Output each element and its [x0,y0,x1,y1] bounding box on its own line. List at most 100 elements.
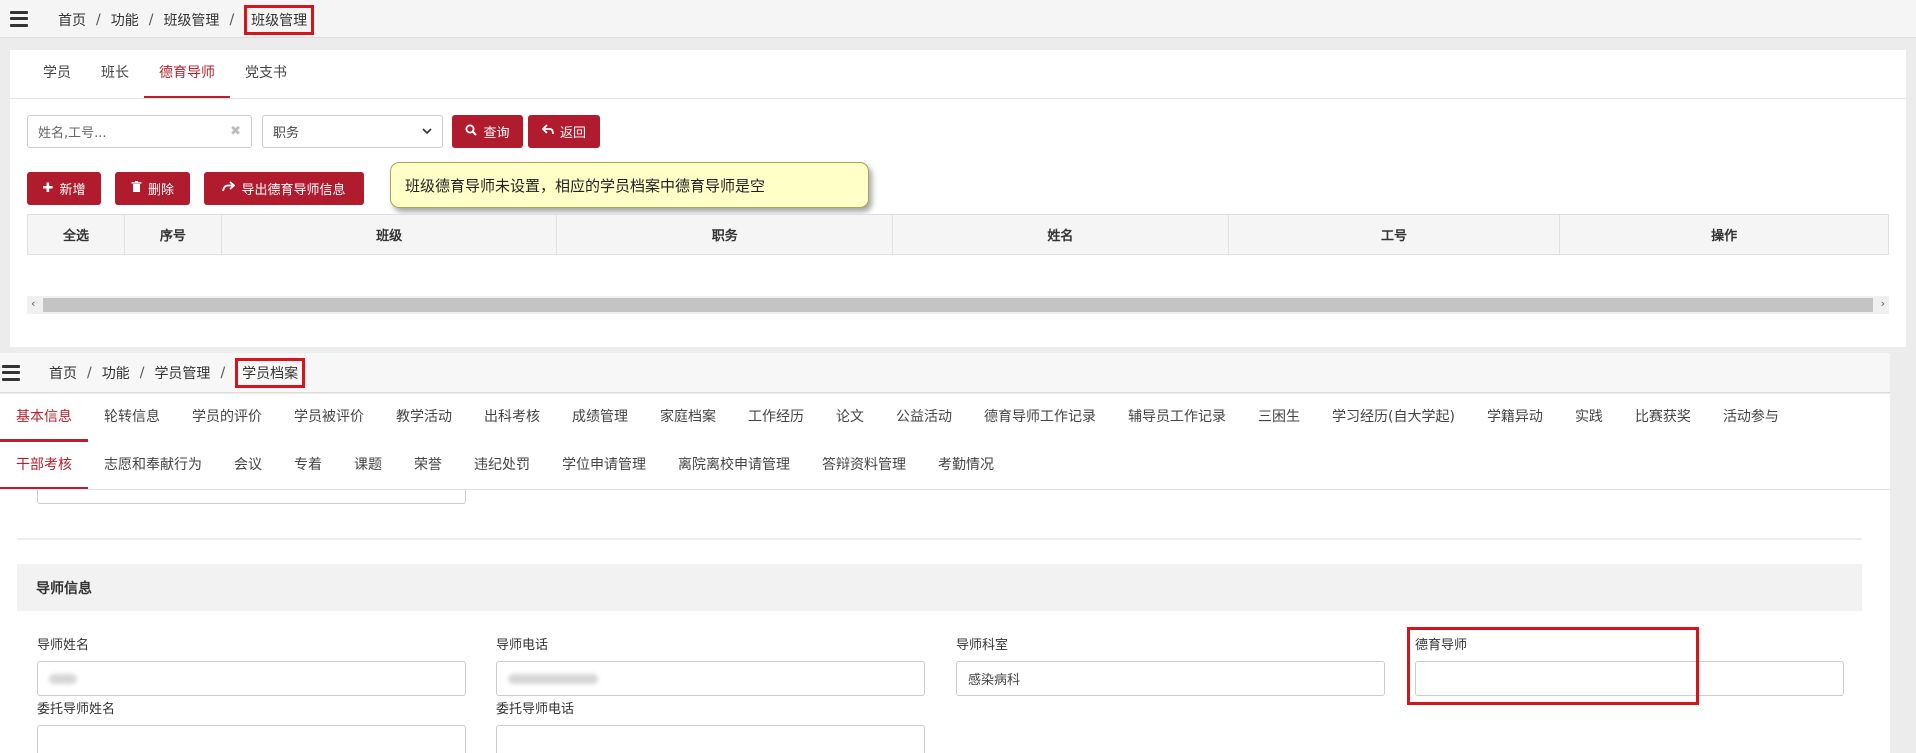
plus-icon: ✚ [42,181,54,196]
duty-select-value: 职务 [273,126,300,141]
breadcrumb: 首页 / 功能 / 学员管理 / 学员档案 [49,358,306,388]
th-actions: 操作 [1711,229,1738,244]
chevron-down-icon [422,124,432,139]
delete-button[interactable]: 删除 [115,172,190,205]
back-button[interactable]: 返回 [528,115,600,148]
tab-student-evaluated[interactable]: 学员被评价 [278,394,380,442]
th-name: 姓名 [893,215,1229,254]
back-button-label: 返回 [559,126,586,141]
breadcrumb-current: 学员档案 [235,358,306,388]
tutor-phone-label: 导师电话 [496,638,549,653]
tab-monitor[interactable]: 班长 [86,50,144,99]
tab-monographs[interactable]: 专着 [278,442,338,490]
breadcrumb-separator: / [87,365,92,381]
tab-moral-tutor-records[interactable]: 德育导师工作记录 [968,394,1112,442]
add-button[interactable]: ✚ 新增 [27,172,101,205]
tutor-phone-field[interactable] [496,661,925,696]
tab-cadre-assessment[interactable]: 干部考核 [0,442,88,490]
duty-select[interactable]: 职务 [262,115,443,148]
breadcrumb-home[interactable]: 首页 [58,10,86,30]
tab-charity[interactable]: 公益活动 [880,394,968,442]
breadcrumb-class-mgmt[interactable]: 班级管理 [163,10,219,30]
th-index: 序号 [125,215,222,254]
tab-student-evaluation[interactable]: 学员的评价 [176,394,278,442]
tab-status-change[interactable]: 学籍异动 [1471,394,1559,442]
breadcrumb-separator: / [229,12,235,28]
tab-grades[interactable]: 成绩管理 [556,394,644,442]
student-archive-panel: 基本信息 轮转信息 学员的评价 学员被评价 教学活动 出科考核 成绩管理 家庭档… [0,394,1890,753]
top-breadcrumb-bar: 首页 / 功能 / 班级管理 / 班级管理 [0,0,1916,38]
search-icon [465,124,478,140]
entrust-phone-label: 委托导师电话 [496,702,575,717]
breadcrumb-student-mgmt[interactable]: 学员管理 [154,363,210,383]
tab-family[interactable]: 家庭档案 [644,394,732,442]
tab-teaching-activities[interactable]: 教学活动 [380,394,468,442]
tab-meetings[interactable]: 会议 [218,442,278,490]
scroll-right-icon[interactable]: › [1881,297,1885,310]
tab-rotation-info[interactable]: 轮转信息 [88,394,176,442]
tooltip-note: 班级德育导师未设置，相应的学员档案中德育导师是空 [390,162,869,208]
bottom-breadcrumb-bar: 首页 / 功能 / 学员管理 / 学员档案 [0,353,1890,393]
th-select-all[interactable]: 全选 [28,215,125,254]
delete-button-label: 删除 [147,183,174,198]
entrust-name-field[interactable] [37,725,466,753]
tab-student[interactable]: 学员 [28,50,86,99]
tutor-dept-field[interactable]: 感染病科 [956,661,1385,696]
tab-education[interactable]: 学习经历(自大学起) [1316,394,1471,442]
archive-tabs-row-1: 基本信息 轮转信息 学员的评价 学员被评价 教学活动 出科考核 成绩管理 家庭档… [0,394,1795,442]
breadcrumb-function[interactable]: 功能 [102,363,130,383]
tab-honors[interactable]: 荣誉 [398,442,458,490]
tab-leave-application[interactable]: 离院离校申请管理 [662,442,806,490]
breadcrumb-separator: / [148,12,154,28]
tab-attendance[interactable]: 考勤情况 [922,442,1010,490]
tab-moral-tutor[interactable]: 德育导师 [144,50,230,99]
breadcrumb-separator: / [96,12,101,28]
add-button-label: 新增 [59,183,86,198]
tab-counselor-records[interactable]: 辅导员工作记录 [1112,394,1242,442]
clear-icon[interactable]: ✖ [230,124,241,139]
tutor-table-header: 全选 序号 班级 职务 姓名 工号 操作 [27,214,1889,255]
tab-volunteer[interactable]: 志愿和奉献行为 [88,442,218,490]
th-staff-id: 工号 [1229,215,1561,254]
tab-basic-info[interactable]: 基本信息 [0,394,88,442]
th-class: 班级 [222,215,558,254]
scroll-thumb[interactable] [43,298,1873,312]
tab-degree-application[interactable]: 学位申请管理 [546,442,662,490]
tab-three-difficulties[interactable]: 三困生 [1242,394,1316,442]
tab-papers[interactable]: 论文 [820,394,880,442]
redacted-value [508,673,598,684]
tab-awards[interactable]: 比赛获奖 [1619,394,1707,442]
menu-icon[interactable] [10,10,28,27]
tab-defense-materials[interactable]: 答辩资料管理 [806,442,922,490]
breadcrumb-function[interactable]: 功能 [111,10,139,30]
class-management-panel: 学员 班长 德育导师 党支书 姓名,工号... ✖ 职务 查询 返回 ✚ 新增 … [10,50,1906,347]
query-button-label: 查询 [483,126,510,141]
highlight-box [1407,627,1699,705]
section-divider [17,538,1862,540]
breadcrumb-current: 班级管理 [244,5,315,35]
tab-dept-exam[interactable]: 出科考核 [468,394,556,442]
breadcrumb-home[interactable]: 首页 [49,363,77,383]
breadcrumb-separator: / [139,365,145,381]
tab-activities[interactable]: 活动参与 [1707,394,1795,442]
trash-icon [131,180,142,197]
entrust-phone-field[interactable] [496,725,925,753]
role-tabs: 学员 班长 德育导师 党支书 [28,50,302,99]
menu-icon[interactable] [2,364,20,381]
tab-projects[interactable]: 课题 [338,442,398,490]
redacted-value [49,673,77,684]
tutor-name-field[interactable] [37,661,466,696]
horizontal-scrollbar[interactable]: ‹ › [27,296,1889,314]
search-input[interactable]: 姓名,工号... ✖ [27,115,252,148]
tab-practice[interactable]: 实践 [1559,394,1619,442]
archive-tabs-row-2: 干部考核 志愿和奉献行为 会议 专着 课题 荣誉 违纪处罚 学位申请管理 离院离… [0,442,1010,490]
export-button[interactable]: 导出德育导师信息 [204,172,364,205]
reply-icon [541,124,554,139]
previous-field-bottom[interactable] [37,490,466,504]
tab-party-secretary[interactable]: 党支书 [230,50,302,99]
query-button[interactable]: 查询 [452,115,523,148]
tab-work-history[interactable]: 工作经历 [732,394,820,442]
scroll-left-icon[interactable]: ‹ [31,297,35,310]
tab-discipline[interactable]: 违纪处罚 [458,442,546,490]
tutor-name-label: 导师姓名 [37,638,90,653]
